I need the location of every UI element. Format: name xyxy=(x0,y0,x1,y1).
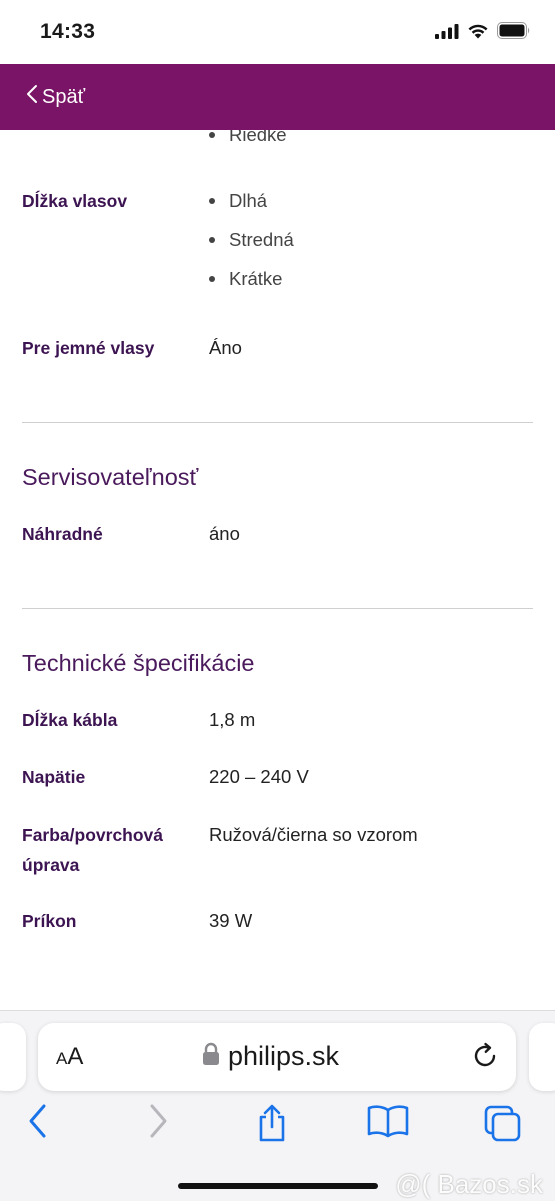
browser-toolbar xyxy=(0,1103,555,1153)
voltage-value: 220 – 240 V xyxy=(209,766,309,787)
url-text: philips.sk xyxy=(228,1041,340,1071)
list-item-text: Stredná xyxy=(229,229,294,250)
text-size-small-glyph: A xyxy=(56,1049,68,1068)
section-divider xyxy=(22,422,533,423)
wifi-icon xyxy=(467,23,489,44)
section-title-technical: Technické špecifikácie xyxy=(22,650,255,676)
chevron-left-icon xyxy=(26,84,38,110)
section-divider xyxy=(22,608,533,609)
color-finish-label-line1: Farba/povrchová xyxy=(22,825,164,845)
page-header: Späť xyxy=(0,64,555,130)
voltage-label: Napätie xyxy=(22,767,86,787)
watermark: @( Bazos.sk xyxy=(395,1169,543,1199)
battery-icon xyxy=(497,22,531,44)
home-indicator xyxy=(178,1183,378,1189)
list-item: Krátke xyxy=(209,268,282,290)
reload-icon[interactable] xyxy=(470,1041,500,1076)
list-item: Riedke xyxy=(209,130,287,146)
list-item: Stredná xyxy=(209,229,294,251)
list-item: Dlhá xyxy=(209,190,267,212)
bullet-dot xyxy=(209,132,215,138)
spare-parts-label: Náhradné xyxy=(22,524,103,544)
list-item-text: Riedke xyxy=(229,130,287,145)
bookmarks-icon[interactable] xyxy=(366,1103,410,1144)
forward-nav-button[interactable] xyxy=(146,1103,170,1144)
signal-icon xyxy=(435,23,459,44)
fine-hair-value: Áno xyxy=(209,337,242,358)
bullet-dot xyxy=(209,198,215,204)
back-nav-button[interactable] xyxy=(26,1103,50,1144)
previous-tab-preview[interactable] xyxy=(0,1023,26,1091)
url-display[interactable]: philips.sk xyxy=(202,1041,339,1072)
address-bar[interactable]: AA philips.sk xyxy=(38,1023,516,1091)
status-bar: 14:33 xyxy=(0,0,555,64)
list-item-text: Krátke xyxy=(229,268,283,289)
text-size-large-glyph: A xyxy=(67,1043,84,1070)
spare-parts-value: áno xyxy=(209,523,240,544)
list-item-text: Dlhá xyxy=(229,190,268,211)
tabs-icon[interactable] xyxy=(482,1103,524,1148)
next-tab-preview[interactable] xyxy=(529,1023,555,1091)
status-icons xyxy=(435,22,531,44)
back-button[interactable]: Späť xyxy=(26,84,85,110)
power-value: 39 W xyxy=(209,910,253,931)
back-button-label: Späť xyxy=(42,85,86,108)
bullet-dot xyxy=(209,237,215,243)
spec-content: Riedke Dĺžka vlasov Dlhá Stredná Krátke … xyxy=(0,130,555,1010)
power-label: Príkon xyxy=(22,911,77,931)
fine-hair-label: Pre jemné vlasy xyxy=(22,338,155,358)
share-icon[interactable] xyxy=(255,1103,289,1148)
cable-length-label: Dĺžka kábla xyxy=(22,710,118,730)
section-title-serviceability: Servisovateľnosť xyxy=(22,464,199,490)
color-finish-label: Farba/povrchová úprava xyxy=(22,820,163,880)
hair-length-label: Dĺžka vlasov xyxy=(22,191,128,211)
cable-length-value: 1,8 m xyxy=(209,709,256,730)
bullet-dot xyxy=(209,276,215,282)
color-finish-value: Ružová/čierna so vzorom xyxy=(209,824,418,845)
color-finish-label-line2: úprava xyxy=(22,855,80,875)
status-time: 14:33 xyxy=(40,20,96,43)
browser-chrome: AA philips.sk @(Bazos.sk xyxy=(0,1010,555,1201)
text-size-button[interactable]: AA xyxy=(56,1043,83,1071)
lock-icon xyxy=(202,1042,220,1071)
